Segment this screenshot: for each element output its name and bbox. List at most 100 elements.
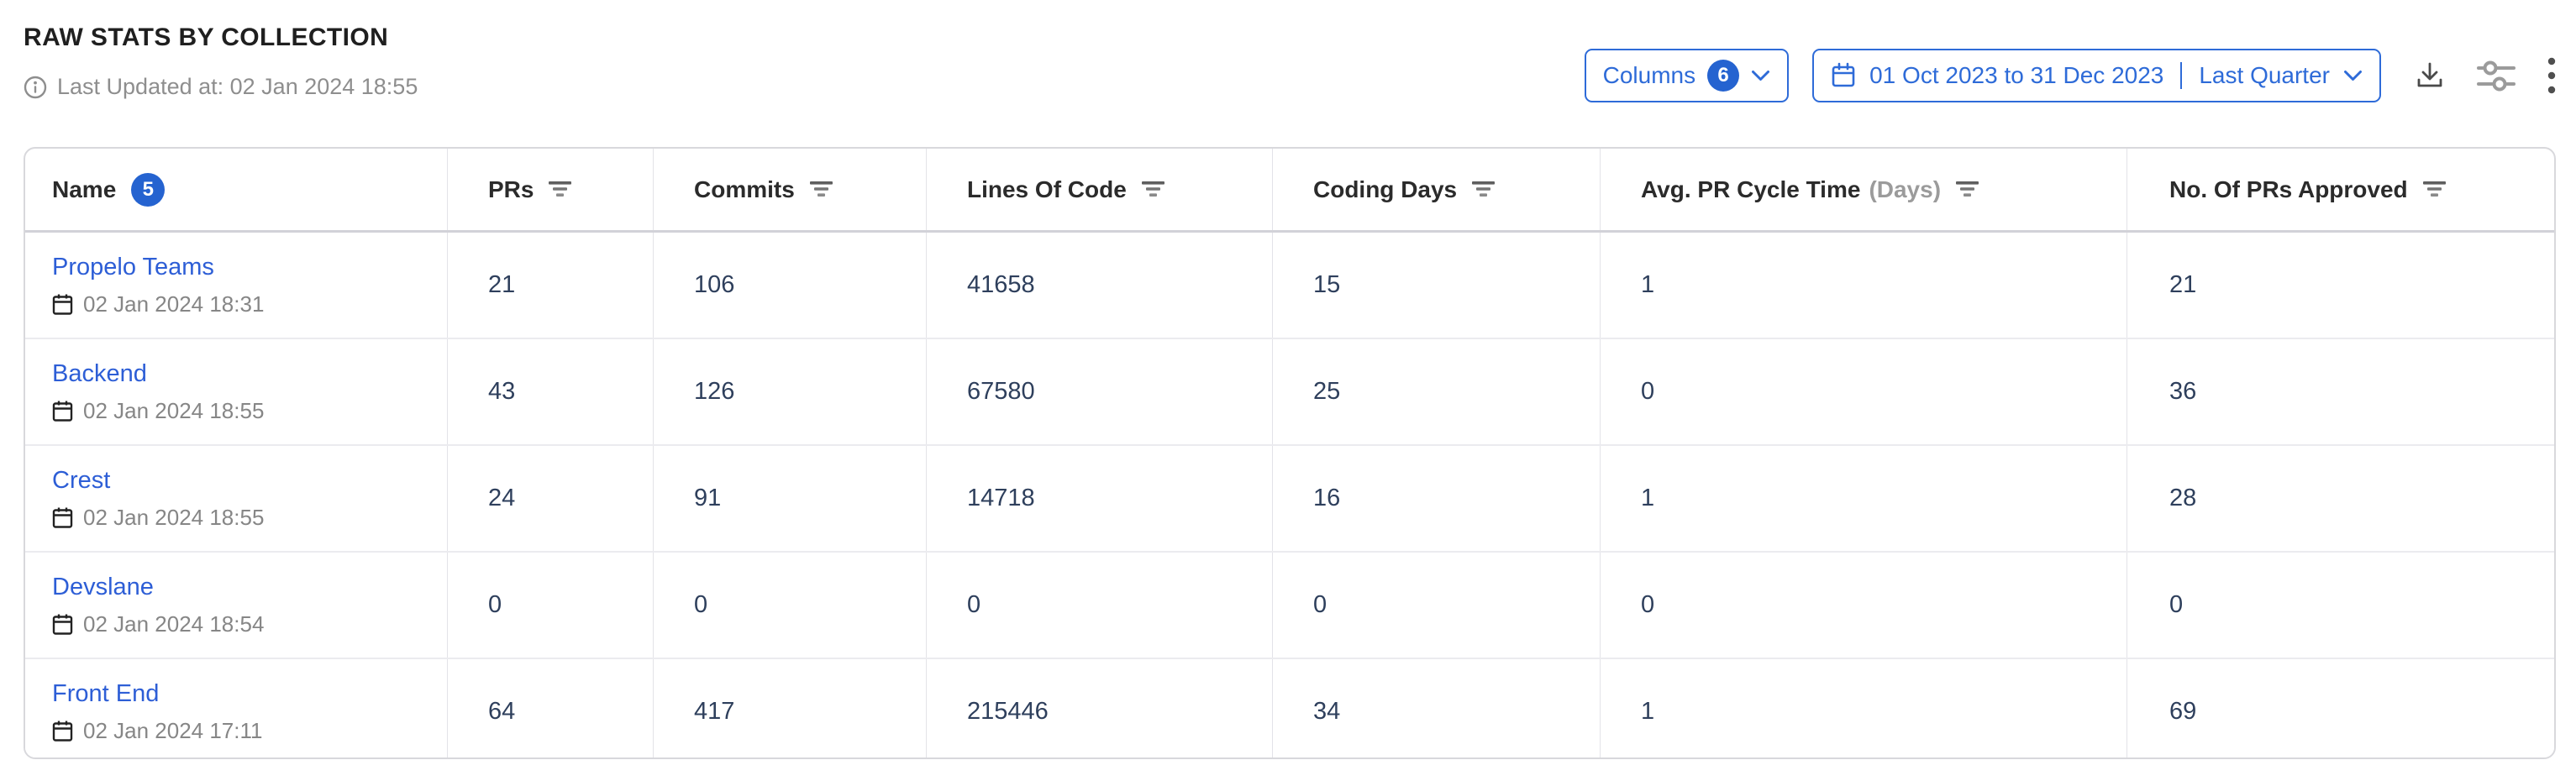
cell-prs: 21	[448, 233, 654, 338]
cell-prs-approved: 21	[2127, 233, 2554, 338]
table-row: Front End 02 Jan 2024 17:11 64 417 21544…	[25, 659, 2554, 759]
kebab-menu-icon	[2547, 56, 2556, 95]
updated-timestamp: 02 Jan 2024 18:31	[83, 291, 264, 317]
row-updated: 02 Jan 2024 18:54	[52, 611, 264, 637]
calendar-icon	[52, 613, 73, 636]
last-updated-text: Last Updated at: 02 Jan 2024 18:55	[57, 74, 418, 100]
date-range-button[interactable]: 01 Oct 2023 to 31 Dec 2023 Last Quarter	[1812, 49, 2381, 102]
cell-coding-days: 15	[1273, 233, 1601, 338]
updated-timestamp: 02 Jan 2024 18:54	[83, 611, 264, 637]
columns-label: Columns	[1603, 62, 1695, 89]
calendar-icon	[1831, 62, 1856, 89]
cell-lines-of-code: 14718	[927, 446, 1273, 551]
download-icon	[2415, 60, 2445, 91]
table-row: Backend 02 Jan 2024 18:55 43 126 67580 2…	[25, 339, 2554, 446]
name-cell: Crest 02 Jan 2024 18:55	[25, 446, 448, 551]
column-header-prs-approved: No. Of PRs Approved	[2127, 149, 2554, 230]
date-range-text: 01 Oct 2023 to 31 Dec 2023	[1869, 62, 2163, 89]
column-label: Name	[52, 176, 116, 203]
cell-prs-approved: 69	[2127, 659, 2554, 759]
filter-icon[interactable]	[1956, 181, 1979, 197]
cell-prs: 43	[448, 339, 654, 444]
settings-sliders-icon	[2477, 58, 2516, 93]
cell-coding-days: 16	[1273, 446, 1601, 551]
calendar-icon	[52, 400, 73, 422]
cell-lines-of-code: 41658	[927, 233, 1273, 338]
title-block: RAW STATS BY COLLECTION Last Updated at:…	[24, 24, 418, 100]
last-updated-line: Last Updated at: 02 Jan 2024 18:55	[24, 74, 418, 100]
page-title: RAW STATS BY COLLECTION	[24, 24, 418, 52]
cell-avg-pr-cycle-time: 1	[1601, 233, 2127, 338]
more-actions-button[interactable]	[2547, 56, 2556, 95]
cell-lines-of-code: 215446	[927, 659, 1273, 759]
filter-icon[interactable]	[2423, 181, 2446, 197]
cell-commits: 0	[654, 553, 927, 658]
cell-lines-of-code: 0	[927, 553, 1273, 658]
column-label: PRs	[488, 176, 534, 203]
column-label-suffix: (Days)	[1869, 176, 1941, 203]
row-updated: 02 Jan 2024 18:55	[52, 505, 264, 531]
widget-settings-button[interactable]	[2477, 58, 2516, 93]
column-label: Avg. PR Cycle Time	[1641, 176, 1860, 203]
updated-timestamp: 02 Jan 2024 18:55	[83, 505, 264, 531]
row-updated: 02 Jan 2024 17:11	[52, 718, 262, 744]
filter-icon[interactable]	[1472, 181, 1495, 197]
cell-commits: 106	[654, 233, 927, 338]
collection-link[interactable]: Devslane	[52, 574, 154, 601]
column-header-commits: Commits	[654, 149, 927, 230]
column-label: Coding Days	[1313, 176, 1457, 203]
info-icon	[24, 76, 47, 99]
name-cell: Devslane 02 Jan 2024 18:54	[25, 553, 448, 658]
chevron-down-icon	[1751, 70, 1770, 82]
column-header-name: Name 5	[25, 149, 448, 230]
cell-prs: 24	[448, 446, 654, 551]
download-button[interactable]	[2415, 60, 2445, 91]
name-cell: Front End 02 Jan 2024 17:11	[25, 659, 448, 759]
toolbar-controls: Columns 6 01 Oct 2023 to	[1585, 49, 2556, 102]
updated-timestamp: 02 Jan 2024 18:55	[83, 398, 264, 424]
cell-coding-days: 0	[1273, 553, 1601, 658]
cell-avg-pr-cycle-time: 0	[1601, 553, 2127, 658]
cell-commits: 417	[654, 659, 927, 759]
topbar: RAW STATS BY COLLECTION Last Updated at:…	[24, 24, 2556, 102]
name-cell: Propelo Teams 02 Jan 2024 18:31	[25, 233, 448, 338]
collection-link[interactable]: Crest	[52, 467, 110, 495]
calendar-icon	[52, 720, 73, 742]
cell-commits: 91	[654, 446, 927, 551]
collection-link[interactable]: Backend	[52, 360, 147, 388]
name-count-badge: 5	[131, 173, 165, 207]
collection-link[interactable]: Propelo Teams	[52, 254, 214, 281]
filter-icon[interactable]	[549, 181, 571, 197]
row-updated: 02 Jan 2024 18:31	[52, 291, 264, 317]
column-label: Lines Of Code	[967, 176, 1127, 203]
cell-avg-pr-cycle-time: 1	[1601, 446, 2127, 551]
cell-coding-days: 25	[1273, 339, 1601, 444]
table-row: Propelo Teams 02 Jan 2024 18:31 21 106 4…	[25, 233, 2554, 339]
columns-dropdown-button[interactable]: Columns 6	[1585, 49, 1789, 102]
button-divider	[2180, 62, 2182, 89]
column-header-coding-days: Coding Days	[1273, 149, 1601, 230]
table-row: Devslane 02 Jan 2024 18:54 0 0 0 0 0 0	[25, 553, 2554, 659]
chevron-down-icon	[2343, 70, 2363, 82]
row-updated: 02 Jan 2024 18:55	[52, 398, 264, 424]
calendar-icon	[52, 506, 73, 529]
toolbar-icon-group	[2415, 56, 2556, 95]
column-header-avg-pr-cycle-time: Avg. PR Cycle Time (Days)	[1601, 149, 2127, 230]
filter-icon[interactable]	[1142, 181, 1164, 197]
raw-stats-table: Name 5 PRs Commits Lines Of Code	[24, 147, 2556, 759]
cell-avg-pr-cycle-time: 1	[1601, 659, 2127, 759]
table-header-row: Name 5 PRs Commits Lines Of Code	[25, 149, 2554, 233]
collection-link[interactable]: Front End	[52, 680, 159, 708]
table-row: Crest 02 Jan 2024 18:55 24 91 14718 16 1…	[25, 446, 2554, 553]
filter-icon[interactable]	[810, 181, 833, 197]
cell-prs-approved: 36	[2127, 339, 2554, 444]
cell-prs-approved: 28	[2127, 446, 2554, 551]
name-cell: Backend 02 Jan 2024 18:55	[25, 339, 448, 444]
column-header-prs: PRs	[448, 149, 654, 230]
cell-prs: 64	[448, 659, 654, 759]
raw-stats-page: RAW STATS BY COLLECTION Last Updated at:…	[0, 0, 2576, 781]
cell-commits: 126	[654, 339, 927, 444]
cell-coding-days: 34	[1273, 659, 1601, 759]
column-label: No. Of PRs Approved	[2169, 176, 2408, 203]
column-label-group: Avg. PR Cycle Time (Days)	[1641, 176, 1941, 203]
